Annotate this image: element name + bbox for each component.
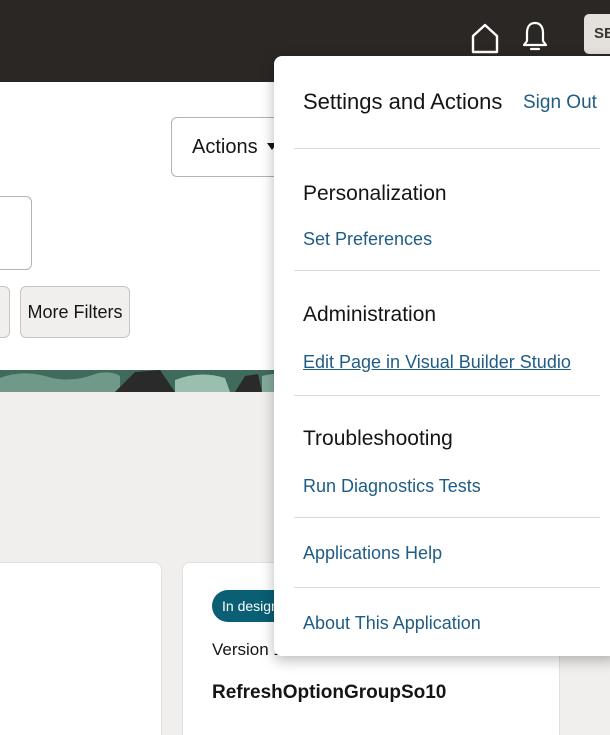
bell-icon[interactable]	[520, 20, 550, 54]
home-icon[interactable]	[470, 22, 500, 54]
divider	[294, 270, 600, 271]
filter-button[interactable]	[0, 286, 10, 338]
divider	[294, 395, 600, 396]
banner-image	[0, 370, 320, 392]
sign-out-link[interactable]: Sign Out	[523, 92, 597, 114]
run-diagnostics-link[interactable]: Run Diagnostics Tests	[303, 476, 481, 497]
about-application-link[interactable]: About This Application	[303, 613, 481, 634]
set-preferences-link[interactable]: Set Preferences	[303, 229, 432, 250]
applications-help-link[interactable]: Applications Help	[303, 543, 442, 564]
section-heading-administration: Administration	[303, 303, 437, 326]
divider	[294, 587, 600, 588]
section-heading-personalization: Personalization	[303, 182, 447, 205]
user-avatar[interactable]: SB	[584, 14, 610, 54]
banner-illustration	[0, 370, 320, 392]
divider	[294, 148, 600, 149]
project-card[interactable]	[0, 562, 162, 735]
panel-title: Settings and Actions	[303, 89, 503, 114]
edit-page-link[interactable]: Edit Page in Visual Builder Studio	[303, 352, 571, 373]
section-heading-troubleshooting: Troubleshooting	[303, 427, 453, 450]
search-input[interactable]	[0, 196, 32, 270]
card-title[interactable]: RefreshOptionGroupSo10	[212, 682, 446, 704]
app-root: SB Actions More Filters In design Versio…	[0, 0, 610, 735]
actions-button-label: Actions	[192, 136, 258, 158]
more-filters-button[interactable]: More Filters	[20, 286, 130, 338]
divider	[294, 517, 600, 518]
